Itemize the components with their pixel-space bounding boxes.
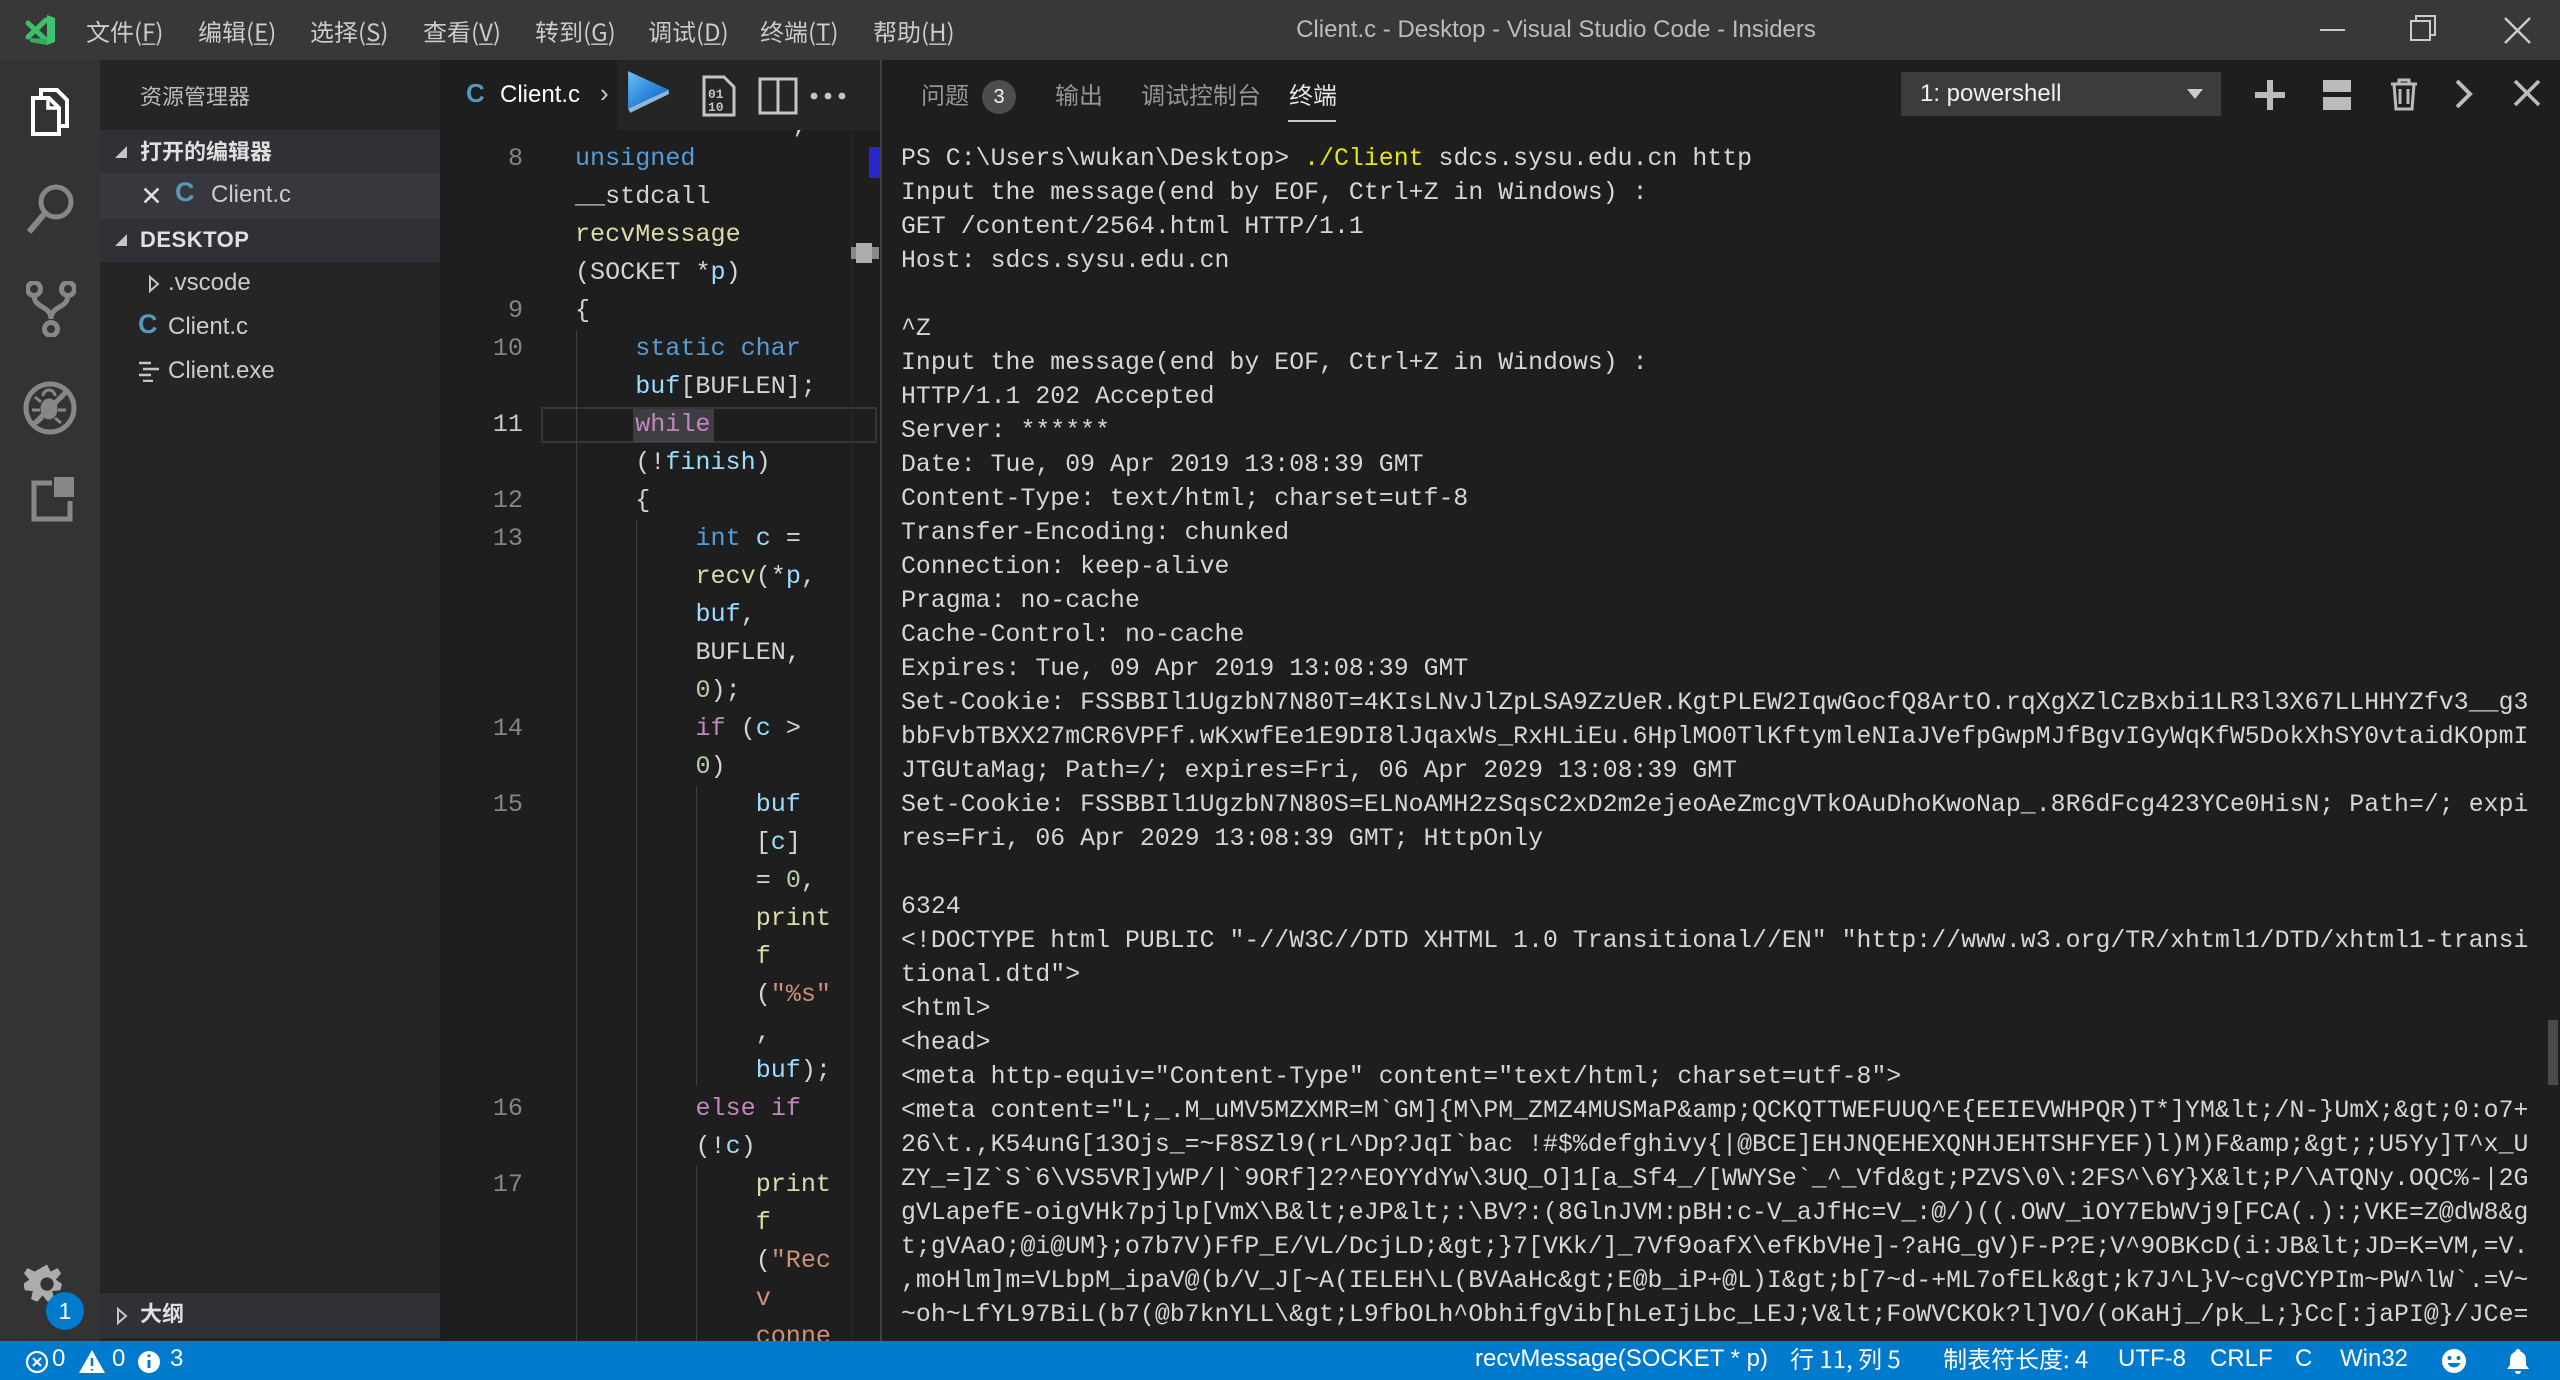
svg-text:10: 10: [708, 100, 724, 115]
